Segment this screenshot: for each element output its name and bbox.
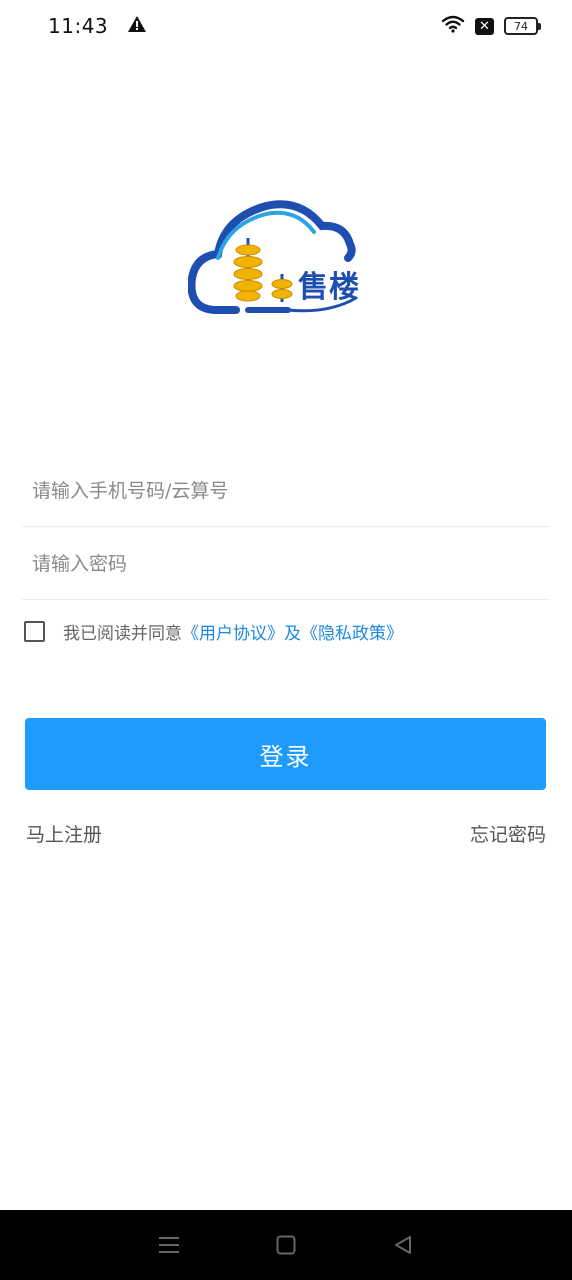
password-field-row	[22, 528, 550, 600]
phone-field-row	[22, 455, 550, 527]
status-bar: 11:43 ✕ 74	[0, 0, 572, 52]
home-icon[interactable]	[268, 1227, 304, 1263]
app-logo: 售楼	[187, 198, 374, 318]
login-button[interactable]: 登录	[25, 718, 546, 790]
register-link[interactable]: 马上注册	[26, 820, 102, 847]
logo-text: 售楼	[298, 270, 360, 305]
agree-prefix-text: 我已阅读并同意	[63, 623, 182, 644]
warning-icon	[128, 16, 147, 36]
battery-icon: 74	[504, 17, 541, 35]
back-icon[interactable]	[385, 1227, 421, 1263]
password-input[interactable]	[32, 552, 550, 575]
login-screen: 11:43 ✕ 74 售楼 请输入手机号码/云算号 我已阅读并同意 《用户协议》…	[0, 0, 572, 1280]
wifi-icon	[441, 15, 465, 37]
system-nav-bar	[0, 1210, 572, 1280]
user-agreement-link[interactable]: 《用户协议》	[182, 619, 284, 644]
forgot-password-link[interactable]: 忘记密码	[470, 820, 546, 847]
battery-level: 74	[514, 19, 528, 33]
no-sim-icon: ✕	[475, 17, 494, 35]
status-time: 11:43	[48, 14, 109, 38]
menu-icon[interactable]	[151, 1227, 187, 1263]
agreement-row: 我已阅读并同意 《用户协议》 及 《隐私政策》	[24, 616, 403, 646]
and-text: 及	[284, 623, 301, 644]
privacy-policy-link[interactable]: 《隐私政策》	[301, 619, 403, 644]
phone-input[interactable]	[32, 479, 550, 502]
agree-checkbox[interactable]	[24, 620, 45, 642]
